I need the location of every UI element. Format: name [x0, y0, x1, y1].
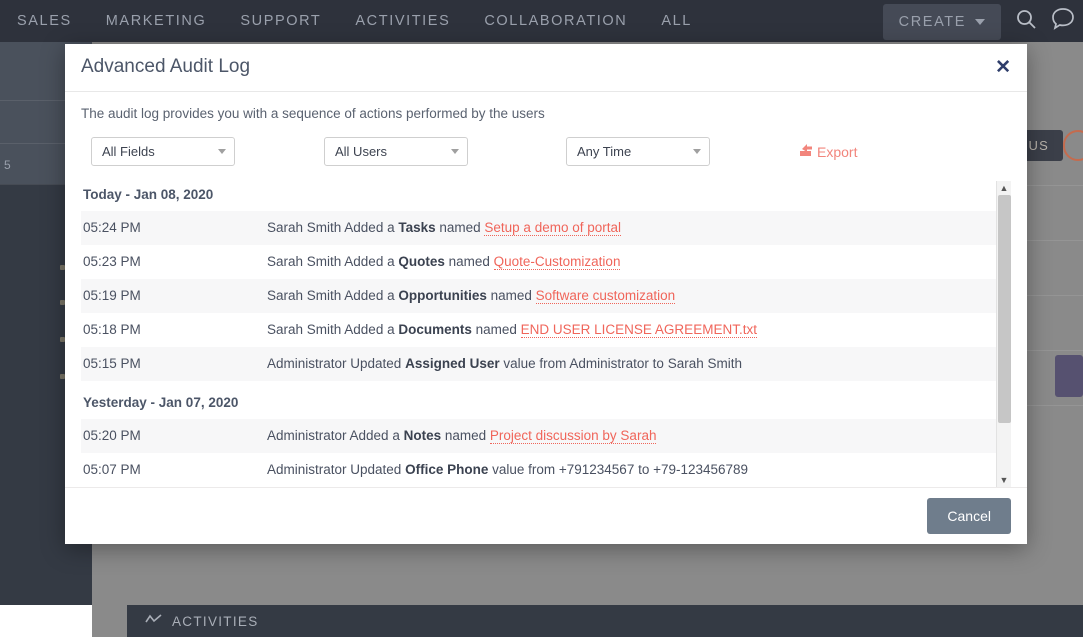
log-row-time: 05:19 PM [83, 288, 141, 304]
log-row-link[interactable]: Quote-Customization [493, 254, 621, 271]
filter-select-fields[interactable]: All Fields [91, 137, 235, 167]
export-icon [799, 143, 814, 161]
log-row[interactable]: 05:23 PM Sarah Smith Added a Quotes name… [81, 245, 996, 279]
audit-log-list: Today - Jan 08, 2020 05:24 PM Sarah Smit… [81, 181, 996, 487]
log-row-time: 05:07 PM [83, 462, 141, 478]
log-row-mid: named [444, 254, 494, 270]
log-row-prefix: Administrator Updated [267, 462, 406, 478]
log-row-entity: Tasks [398, 220, 436, 236]
log-row[interactable]: 05:20 PM Administrator Added a Notes nam… [81, 418, 996, 453]
dialog-body: The audit log provides you with a sequen… [65, 92, 1027, 487]
log-row-link[interactable]: END USER LICENSE AGREEMENT.txt [520, 322, 757, 339]
log-group-header: Yesterday - Jan 07, 2020 [83, 394, 239, 410]
dialog-footer: Cancel [65, 486, 1027, 544]
log-row-prefix: Sarah Smith Added a [267, 288, 399, 304]
filter-select-fields-value: All Fields [102, 144, 155, 160]
log-row-prefix: Sarah Smith Added a [267, 322, 399, 338]
log-row-mid: named [441, 428, 490, 444]
chevron-up-icon[interactable]: ▲ [997, 181, 1012, 195]
log-row[interactable]: 05:15 PM Administrator Updated Assigned … [81, 346, 996, 381]
log-row-text: Sarah Smith Added a Tasks named Setup a … [267, 220, 996, 237]
log-row-text: Sarah Smith Added a Quotes named Quote-C… [267, 254, 996, 271]
scrollbar-thumb[interactable] [997, 194, 1011, 423]
chevron-down-icon [218, 149, 226, 155]
log-row[interactable]: 05:24 PM Sarah Smith Added a Tasks named… [81, 210, 996, 245]
log-row[interactable]: 05:19 PM Sarah Smith Added a Opportuniti… [81, 278, 996, 313]
log-row-mid: value from +791234567 to +79-123456789 [488, 462, 749, 478]
log-row-prefix: Administrator Added a [267, 428, 404, 444]
log-row-link[interactable]: Software customization [535, 288, 676, 305]
chevron-down-icon [451, 149, 459, 155]
filter-row: All Fields All Users Any Time Export [81, 137, 1011, 167]
chevron-down-icon[interactable]: ▼ [997, 473, 1012, 487]
log-row-prefix: Administrator Updated [267, 356, 406, 372]
log-row-text: Sarah Smith Added a Opportunities named … [267, 288, 996, 305]
log-row-text: Sarah Smith Added a Documents named END … [267, 322, 996, 339]
log-row-entity: Office Phone [405, 462, 489, 478]
dialog-header: Advanced Audit Log ✕ [65, 44, 1027, 92]
advanced-audit-log-dialog: Advanced Audit Log ✕ The audit log provi… [65, 44, 1027, 544]
log-row-prefix: Sarah Smith Added a [267, 254, 399, 270]
log-row-mid: named [486, 288, 536, 304]
log-row-entity: Notes [403, 428, 442, 444]
log-row-link[interactable]: Project discussion by Sarah [489, 428, 657, 445]
log-group-header: Today - Jan 08, 2020 [83, 186, 214, 202]
close-icon[interactable]: ✕ [995, 58, 1011, 77]
dialog-description: The audit log provides you with a sequen… [81, 105, 545, 121]
log-row-text: Administrator Updated Assigned User valu… [267, 356, 996, 371]
export-button[interactable]: Export [799, 143, 857, 161]
log-row-entity: Documents [398, 322, 472, 338]
log-row-link[interactable]: Setup a demo of portal [484, 220, 621, 237]
log-row-entity: Opportunities [398, 288, 487, 304]
log-row-mid: named [471, 322, 521, 338]
log-row-time: 05:24 PM [83, 220, 141, 236]
export-label: Export [817, 143, 858, 160]
scrollbar-track[interactable] [997, 194, 1012, 473]
audit-log-area: Today - Jan 08, 2020 05:24 PM Sarah Smit… [81, 180, 1012, 487]
log-row-mid: named [435, 220, 485, 236]
modal-overlay: Advanced Audit Log ✕ The audit log provi… [0, 0, 1083, 637]
filter-select-users[interactable]: All Users [324, 137, 468, 167]
audit-log-scrollbar[interactable]: ▲ ▼ [996, 180, 1012, 487]
cancel-button[interactable]: Cancel [927, 497, 1011, 534]
log-row-text: Administrator Updated Office Phone value… [267, 462, 996, 477]
dialog-title: Advanced Audit Log [81, 56, 251, 78]
log-row-time: 05:20 PM [83, 428, 141, 444]
filter-select-time[interactable]: Any Time [566, 137, 710, 167]
filter-select-time-value: Any Time [577, 144, 632, 160]
log-row-mid: value from Administrator to Sarah Smith [499, 356, 742, 372]
log-row-time: 05:23 PM [83, 254, 141, 270]
log-row-time: 05:18 PM [83, 322, 141, 338]
log-row[interactable]: 05:07 PM Administrator Updated Office Ph… [81, 453, 996, 487]
log-row[interactable]: 05:18 PM Sarah Smith Added a Documents n… [81, 313, 996, 347]
log-row-entity: Assigned User [405, 356, 500, 372]
log-row-prefix: Sarah Smith Added a [267, 220, 399, 236]
log-row-entity: Quotes [398, 254, 445, 270]
log-row-text: Administrator Added a Notes named Projec… [267, 428, 996, 445]
filter-select-users-value: All Users [335, 144, 388, 160]
chevron-down-icon [693, 149, 701, 155]
log-row-time: 05:15 PM [83, 356, 141, 372]
